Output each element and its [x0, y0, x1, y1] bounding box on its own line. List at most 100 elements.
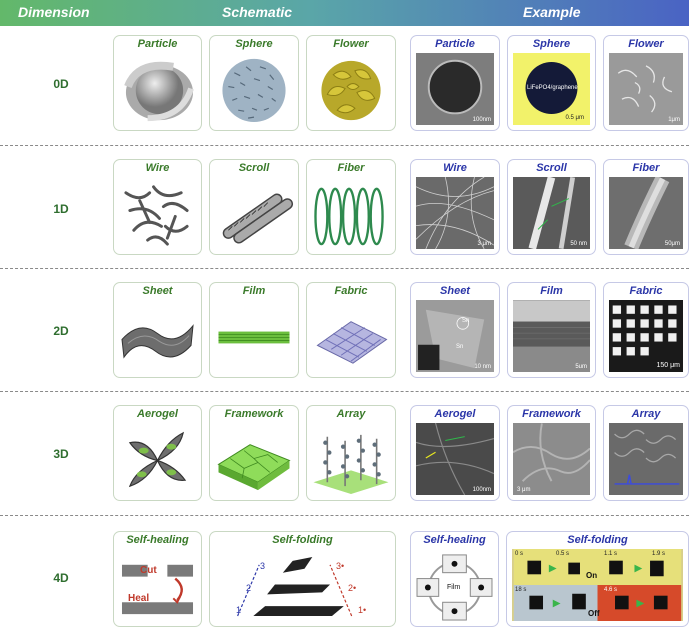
scale-label: 50 nm	[570, 241, 587, 247]
card-example-wire: Wire 3 μm	[410, 159, 500, 255]
title: Fiber	[337, 162, 365, 174]
off-label: Off	[588, 609, 600, 618]
card-schematic-film: Film	[209, 282, 299, 378]
fabric-micrograph: 150 μm	[609, 300, 683, 372]
card-schematic-array: Array	[306, 405, 396, 501]
fold-step-3r: 3•	[336, 561, 345, 571]
scale-label: 50μm	[664, 241, 680, 247]
title: Wire	[443, 162, 467, 174]
card-schematic-sphere: Sphere	[209, 35, 299, 131]
card-schematic-aerogel: Aerogel	[113, 405, 202, 501]
card-schematic-flower: Flower	[306, 35, 396, 131]
card-schematic-framework: Framework	[209, 405, 299, 501]
card-example-fabric: Fabric 150 μm	[603, 282, 689, 378]
title: Particle	[137, 38, 178, 50]
film-illustration	[214, 300, 294, 373]
scale-label: 1μm	[668, 117, 680, 123]
film-label: Film	[447, 584, 461, 591]
scale-label: 5um	[575, 364, 587, 370]
time-11s: 1.1 s	[604, 551, 618, 557]
particle-illustration	[118, 53, 197, 126]
self-healing-illustration: Cut Heal	[118, 549, 197, 622]
card-example-array: Array	[603, 405, 689, 501]
row-label-1d: 1D	[53, 202, 69, 216]
scale-label: 3 μm	[517, 487, 531, 493]
sn-label-2: Sn	[456, 344, 464, 350]
time-18s: 18 s	[515, 587, 527, 593]
title: Self-healing	[126, 534, 189, 546]
sn-label-1: Sn	[462, 318, 470, 324]
flower-illustration	[311, 53, 391, 126]
card-schematic-fabric: Fabric	[306, 282, 396, 378]
fiber-micrograph: 50μm	[609, 177, 683, 249]
scale-label: 10 nm	[474, 364, 491, 370]
title: Framework	[522, 408, 581, 420]
card-schematic-fiber: Fiber	[306, 159, 396, 255]
title: Array	[336, 408, 366, 420]
fabric-illustration	[311, 300, 391, 373]
separator-1	[0, 145, 689, 146]
time-19s: 1.9 s	[652, 551, 666, 557]
card-schematic-scroll: Scroll	[209, 159, 299, 255]
card-schematic-wire: Wire	[113, 159, 202, 255]
title: Self-healing	[423, 534, 486, 546]
card-example-sheet: Sheet Sn Sn 10 nm	[410, 282, 500, 378]
card-example-flower: Flower 1μm	[603, 35, 689, 131]
material-label: LiFePO4/graphene	[527, 85, 578, 91]
heal-label: Heal	[128, 593, 150, 604]
title: Self-folding	[567, 534, 628, 546]
fold-step-2: 2	[246, 583, 252, 593]
card-example-film: Film 5um	[507, 282, 596, 378]
array-micrograph	[609, 423, 683, 495]
title: Sheet	[142, 285, 173, 297]
title: Particle	[435, 38, 475, 50]
scale-label: 100nm	[472, 117, 491, 123]
header-dimension: Dimension	[18, 4, 90, 20]
scale-label: 150 μm	[656, 362, 681, 369]
film-micrograph: 5um	[513, 300, 590, 372]
title: Sphere	[532, 38, 571, 50]
card-schematic-particle: Particle	[113, 35, 202, 131]
card-example-aerogel: Aerogel 100nm	[410, 405, 500, 501]
row-label-2d: 2D	[53, 324, 69, 338]
self-folding-photos: 0 s 0.5 s 1.1 s 1.9 s 18 s 4.6 s On Off	[512, 549, 683, 621]
separator-3	[0, 391, 689, 392]
card-example-self-folding: Self-folding 0 s 0.5 s 1.1 s 1.9 s 18 s …	[506, 531, 689, 627]
header-bar: Dimension Schematic Example	[0, 0, 689, 26]
cut-label: Cut	[140, 565, 157, 576]
sheet-micrograph: Sn Sn 10 nm	[416, 300, 494, 372]
scale-label: 0.5 μm	[565, 115, 584, 121]
time-05s: 0.5 s	[556, 551, 570, 557]
header-schematic: Schematic	[222, 4, 293, 20]
title: Sphere	[235, 38, 273, 50]
row-label-4d: 4D	[53, 571, 69, 585]
row-label-0d: 0D	[53, 77, 69, 91]
card-example-fiber: Fiber 50μm	[603, 159, 689, 255]
header-example: Example	[523, 4, 581, 20]
separator-4	[0, 515, 689, 516]
fold-step-3: 3	[260, 561, 266, 571]
fold-step-1r: 1•	[358, 605, 367, 615]
card-example-self-healing: Self-healing Film	[410, 531, 499, 627]
framework-illustration	[214, 423, 294, 496]
card-example-framework: Framework 3 μm	[507, 405, 596, 501]
fiber-illustration	[311, 177, 391, 250]
card-schematic-self-folding: Self-folding 1 2 3 1• 2• 3•	[209, 531, 396, 627]
title: Film	[540, 285, 563, 297]
self-folding-illustration: 1 2 3 1• 2• 3•	[214, 549, 391, 622]
wire-micrograph: 3 μm	[416, 177, 494, 249]
scroll-illustration	[214, 177, 294, 250]
title: Scroll	[536, 162, 567, 174]
aerogel-micrograph: 100nm	[416, 423, 494, 495]
framework-micrograph: 3 μm	[513, 423, 590, 495]
card-example-sphere: Sphere LiFePO4/graphene 0.5 μm	[507, 35, 596, 131]
title: Flower	[333, 38, 369, 50]
card-example-particle: Particle 100nm	[410, 35, 500, 131]
title: Self-folding	[272, 534, 333, 546]
title: Aerogel	[434, 408, 476, 420]
fold-step-1: 1	[236, 605, 242, 615]
self-healing-photos: Film	[415, 549, 494, 622]
title: Scroll	[238, 162, 270, 174]
scroll-micrograph: 50 nm	[513, 177, 590, 249]
fold-step-2r: 2•	[348, 583, 357, 593]
